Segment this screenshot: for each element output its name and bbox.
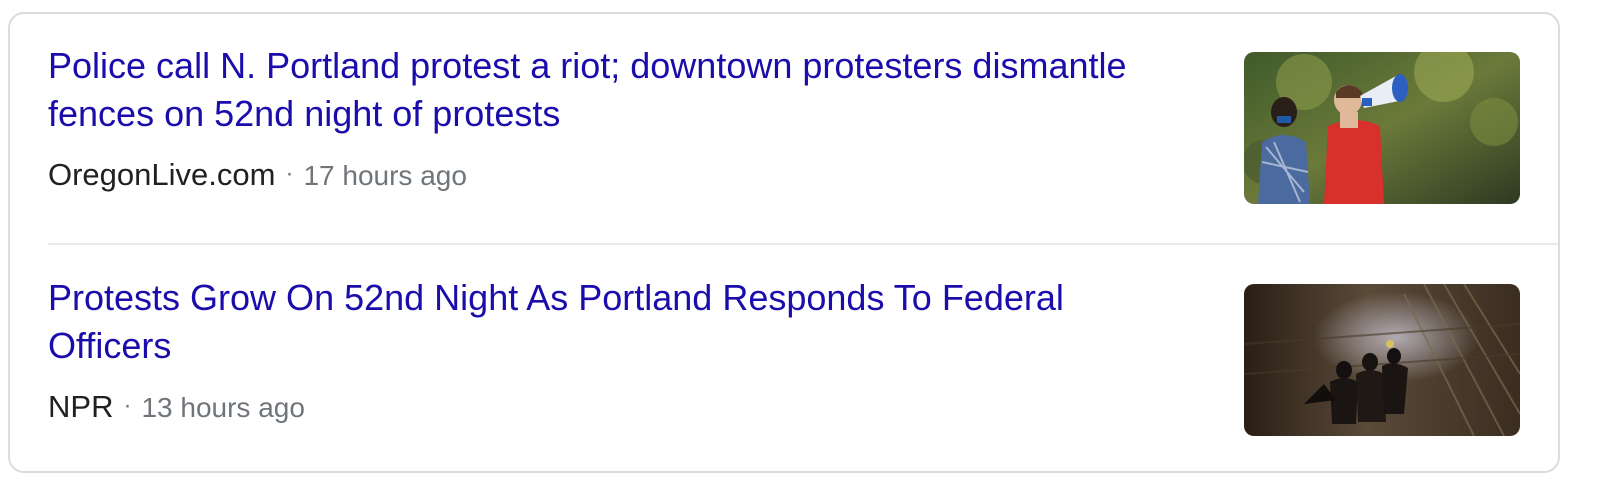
news-thumbnail-night-protest[interactable] — [1244, 284, 1520, 436]
news-timestamp: 13 hours ago — [141, 392, 305, 423]
news-meta: NPR · 13 hours ago — [48, 386, 305, 428]
news-item[interactable]: Police call N. Portland protest a riot; … — [48, 14, 1558, 244]
news-card: Police call N. Portland protest a riot; … — [8, 12, 1560, 473]
news-item[interactable]: Protests Grow On 52nd Night As Portland … — [48, 246, 1558, 471]
news-timestamp: 17 hours ago — [303, 160, 467, 191]
thumbnail-image — [1244, 52, 1520, 204]
news-source: NPR — [48, 389, 114, 424]
meta-separator: · — [123, 392, 132, 419]
news-thumbnail-megaphone-protest[interactable] — [1244, 52, 1520, 204]
item-divider — [48, 243, 1558, 245]
thumbnail-image — [1244, 284, 1520, 436]
news-headline-link[interactable]: Protests Grow On 52nd Night As Portland … — [48, 274, 1158, 370]
meta-separator: · — [285, 160, 294, 187]
news-source: OregonLive.com — [48, 157, 276, 192]
news-headline-link[interactable]: Police call N. Portland protest a riot; … — [48, 42, 1158, 138]
news-meta: OregonLive.com · 17 hours ago — [48, 154, 467, 196]
